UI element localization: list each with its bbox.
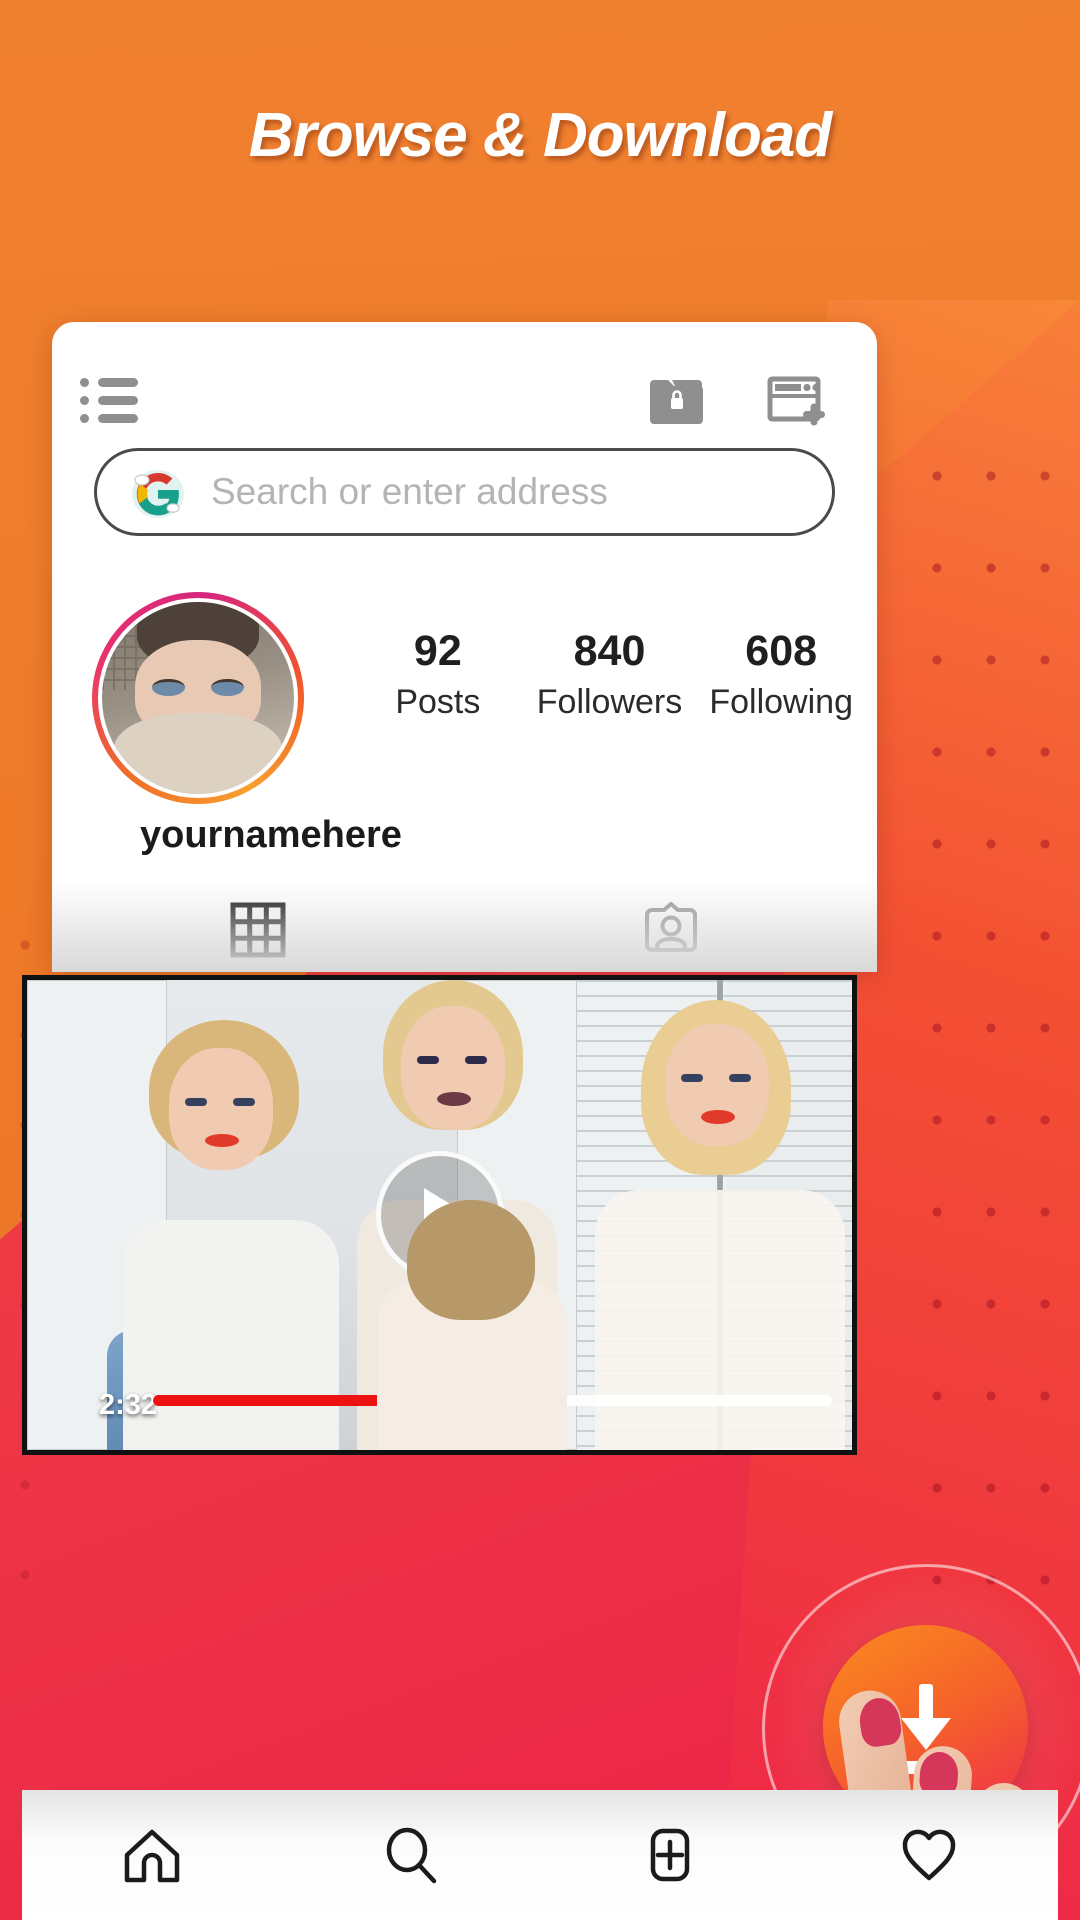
locked-folder-icon[interactable] (647, 374, 705, 426)
download-arrow-icon (884, 1682, 968, 1774)
home-icon (124, 1829, 179, 1883)
stat-following[interactable]: 608 Following (695, 627, 867, 722)
profile-stats: 92 Posts 840 Followers 608 Following (352, 627, 867, 722)
nav-activity[interactable] (799, 1825, 1058, 1885)
grid-icon (230, 902, 286, 958)
nav-add[interactable] (540, 1825, 799, 1885)
stat-value: 608 (745, 627, 818, 675)
background-dot-pattern (910, 430, 1080, 1630)
video-player[interactable]: 2:32 (22, 975, 857, 1455)
new-tab-icon[interactable] (767, 374, 825, 426)
stat-value: 92 (413, 627, 462, 675)
search-placeholder-text: Search or enter address (211, 471, 608, 512)
page-title: Browse & Download (248, 101, 832, 170)
google-g-icon (127, 461, 189, 523)
profile-tabs (52, 892, 877, 968)
bottom-navigation (22, 1790, 1058, 1920)
stat-label: Followers (536, 683, 683, 722)
nav-home[interactable] (22, 1825, 281, 1885)
profile-header: 92 Posts 840 Followers 608 Following (52, 584, 877, 804)
video-current-time: 2:32 (99, 1389, 158, 1421)
add-icon (650, 1828, 689, 1882)
stat-followers[interactable]: 840 Followers (524, 627, 696, 722)
tagged-photos-tab[interactable] (465, 892, 878, 968)
browser-card: Search or enter address 92 Posts 840 Fol… (52, 322, 877, 972)
tagged-icon (644, 902, 697, 952)
search-input[interactable]: Search or enter address (94, 448, 835, 536)
list-menu-icon[interactable] (80, 378, 138, 424)
profile-username: yournamehere (140, 814, 402, 856)
avatar[interactable] (92, 592, 304, 804)
heart-icon (902, 1829, 955, 1881)
stat-posts[interactable]: 92 Posts (352, 627, 524, 722)
posts-grid-tab[interactable] (52, 892, 465, 968)
video-subject-front (337, 1200, 607, 1450)
search-icon (386, 1827, 436, 1884)
stat-label: Posts (395, 683, 481, 722)
stat-label: Following (709, 683, 853, 722)
stat-value: 840 (573, 627, 646, 675)
browser-toolbar (52, 362, 877, 432)
video-subject-right (587, 1000, 852, 1450)
nav-search[interactable] (281, 1825, 540, 1885)
